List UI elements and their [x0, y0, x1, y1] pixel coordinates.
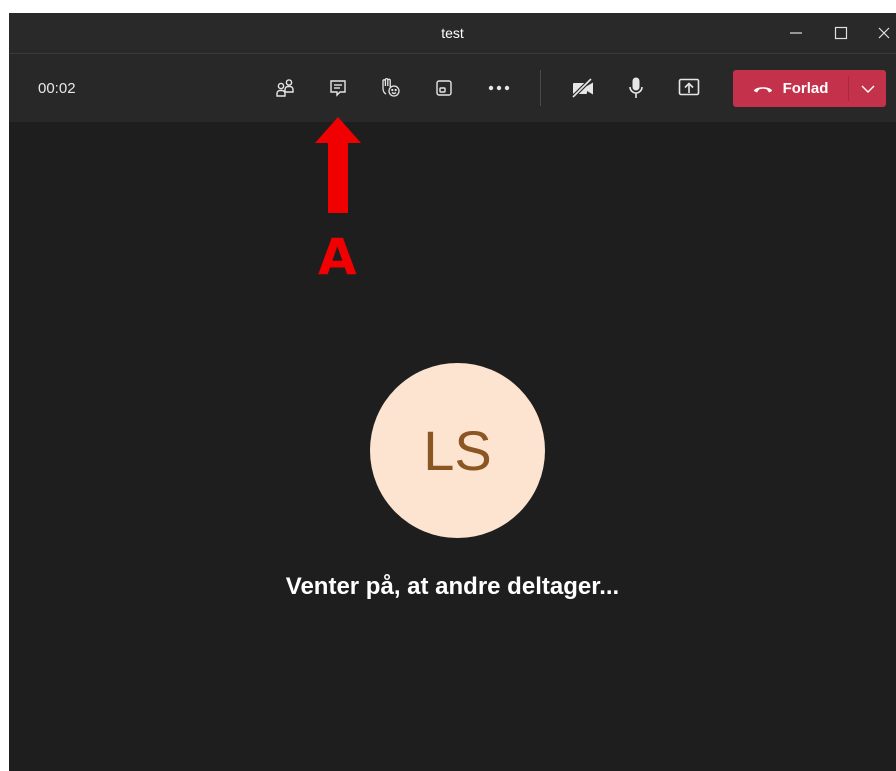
- raise-hand-icon: [382, 78, 400, 97]
- meeting-toolbar: 00:02 Forlad: [9, 54, 896, 122]
- camera-off-icon: [571, 77, 593, 99]
- annotation-arrow: [315, 117, 361, 213]
- close-button[interactable]: [863, 13, 896, 53]
- microphone-icon: [629, 77, 643, 98]
- call-timer: 00:02: [38, 80, 76, 97]
- close-icon: [878, 27, 890, 39]
- raise-hand-button[interactable]: [373, 71, 407, 105]
- minimize-button[interactable]: [775, 13, 817, 53]
- microphone-button[interactable]: [619, 71, 653, 105]
- hang-up-icon: [753, 86, 772, 92]
- chevron-down-icon: [861, 85, 874, 93]
- window-title: test: [441, 25, 464, 41]
- toolbar-divider: [540, 70, 541, 106]
- share-screen-button[interactable]: [672, 71, 706, 105]
- maximize-icon: [834, 26, 848, 40]
- minimize-icon: [790, 32, 802, 34]
- people-icon: [276, 79, 294, 97]
- maximize-button[interactable]: [820, 13, 862, 53]
- title-bar: test: [9, 13, 896, 54]
- participant-avatar: LS: [370, 363, 545, 538]
- breakout-rooms-button[interactable]: [427, 71, 461, 105]
- avatar-initials: LS: [423, 419, 492, 482]
- teams-window: test 00:02 Forlad A LS Venter på, at and…: [9, 13, 896, 771]
- more-icon: [488, 85, 510, 91]
- annotation-label: A: [318, 228, 357, 286]
- more-actions-button[interactable]: [482, 71, 516, 105]
- waiting-status-text: Venter på, at andre deltager...: [285, 573, 620, 600]
- leave-button[interactable]: Forlad: [733, 70, 848, 107]
- leave-options-dropdown[interactable]: [849, 70, 886, 107]
- leave-label: Forlad: [782, 80, 829, 97]
- share-screen-icon: [678, 78, 700, 96]
- chat-button[interactable]: [321, 71, 355, 105]
- camera-toggle-button[interactable]: [566, 71, 600, 105]
- chat-icon: [330, 80, 346, 97]
- leave-button-group: Forlad: [733, 70, 886, 107]
- participants-button[interactable]: [268, 71, 302, 105]
- breakout-rooms-icon: [436, 80, 452, 96]
